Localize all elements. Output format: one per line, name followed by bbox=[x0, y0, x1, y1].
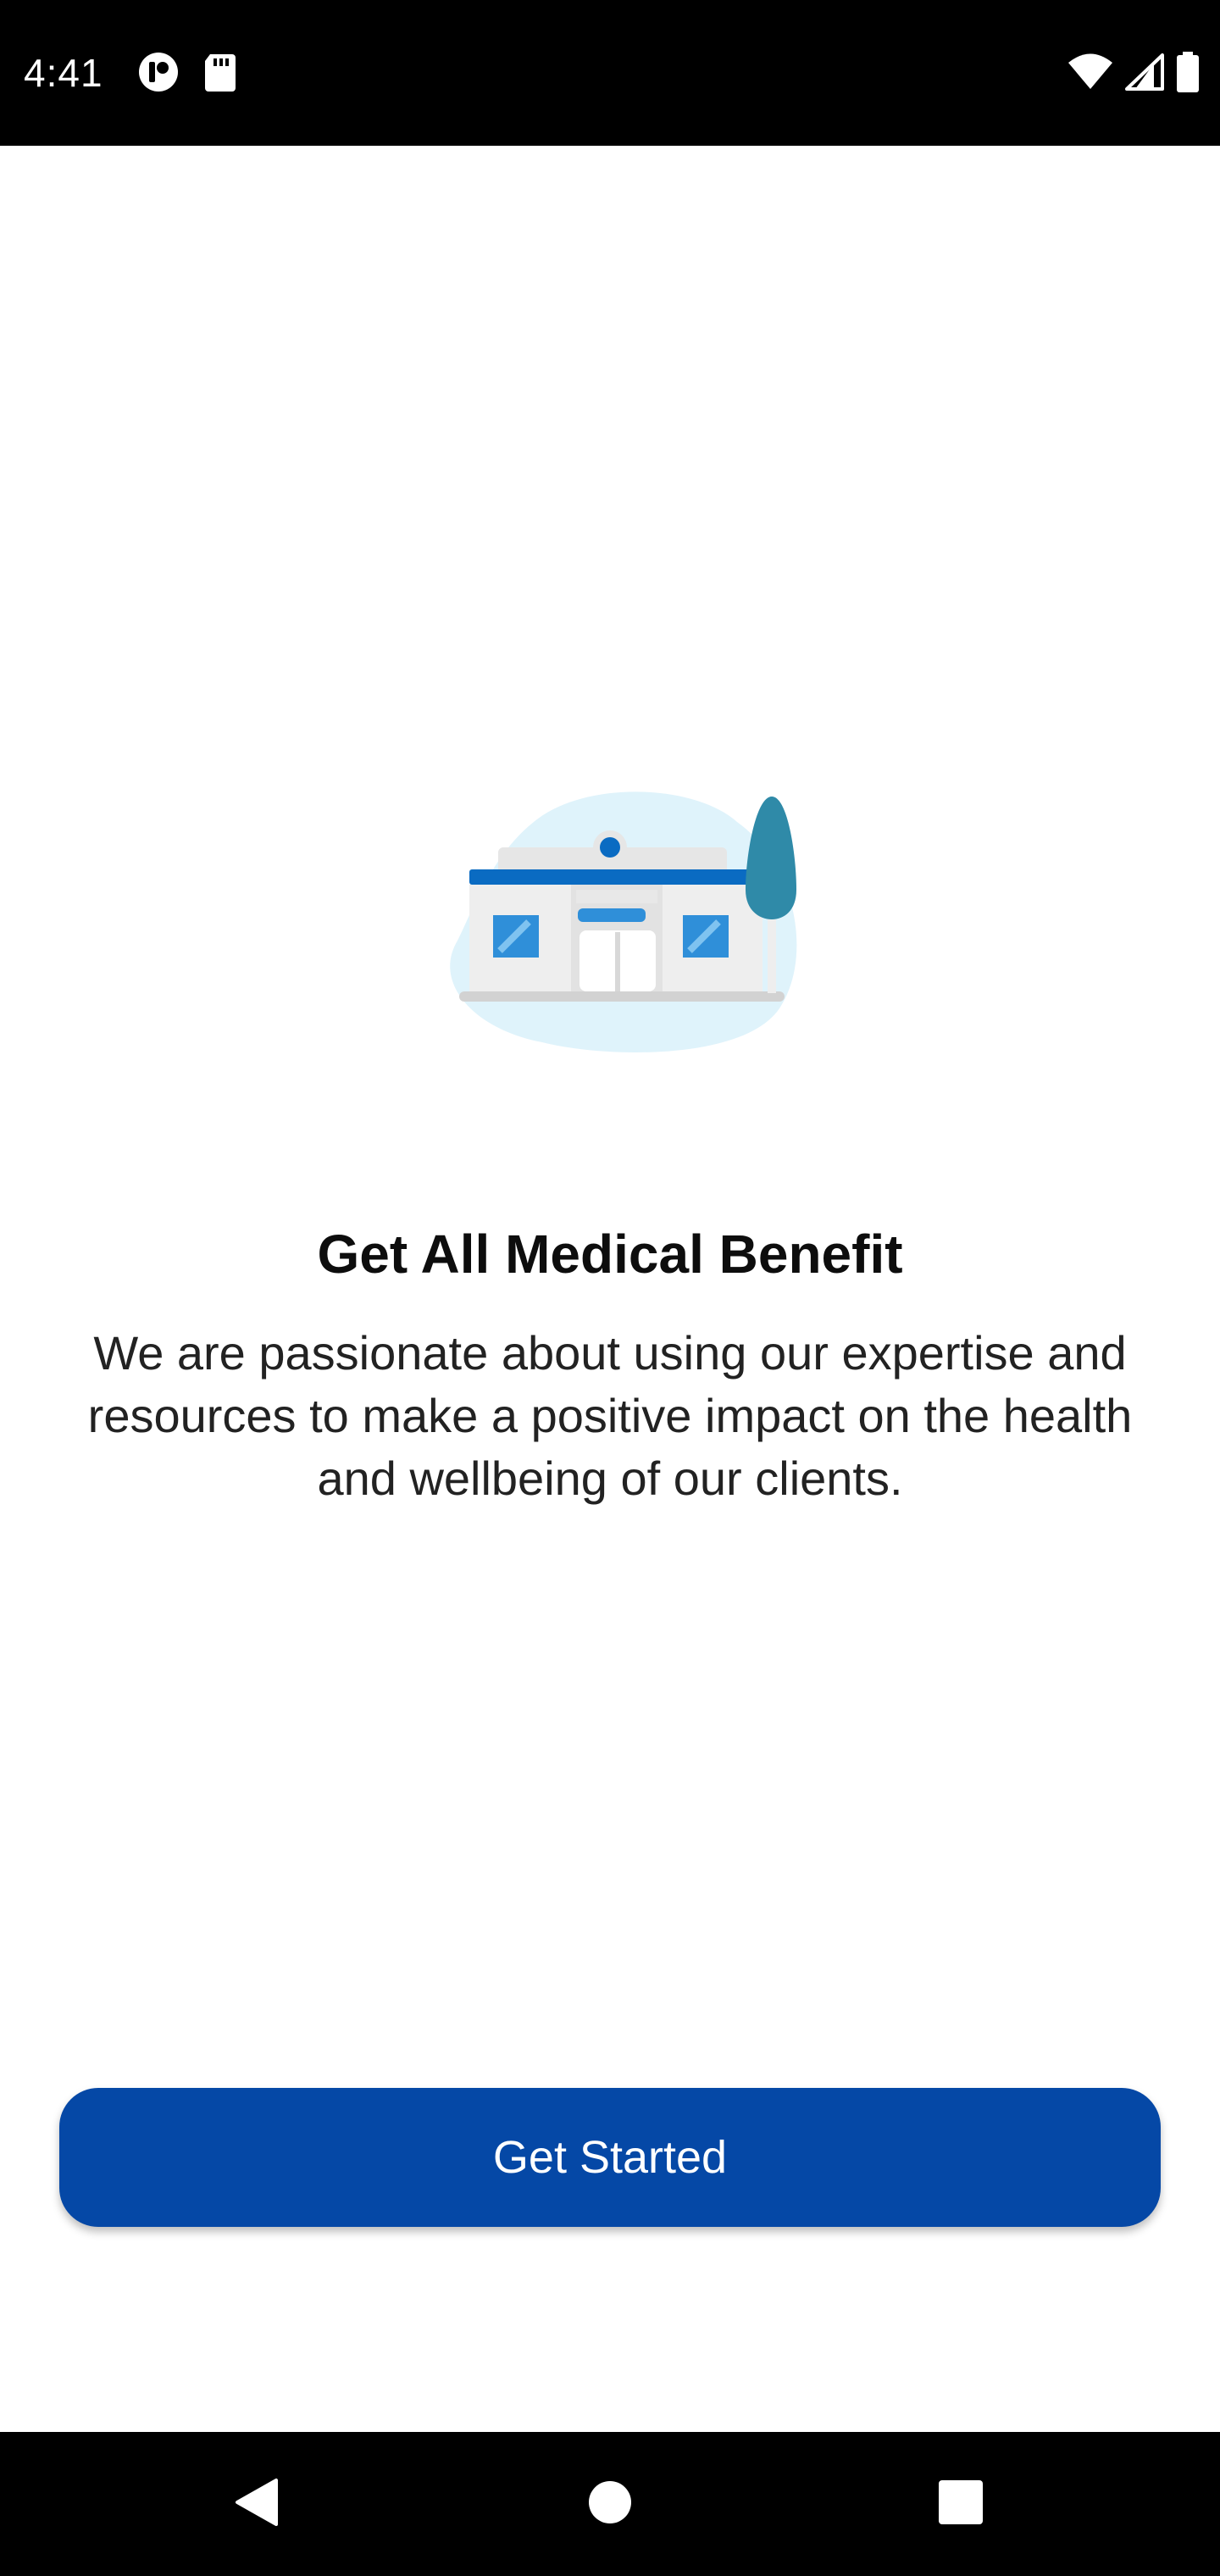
cellular-signal-icon bbox=[1125, 53, 1164, 95]
status-bar: 4:41 bbox=[0, 0, 1220, 146]
nav-home-button[interactable] bbox=[551, 2432, 669, 2576]
status-time: 4:41 bbox=[24, 51, 103, 95]
get-started-button[interactable]: Get Started bbox=[59, 2088, 1161, 2227]
system-navigation-bar bbox=[0, 2432, 1220, 2576]
onboarding-title: Get All Medical Benefit bbox=[317, 1224, 903, 1285]
status-right-icons bbox=[1068, 51, 1200, 97]
recents-icon bbox=[937, 2479, 984, 2530]
nav-recents-button[interactable] bbox=[901, 2432, 1020, 2576]
status-left-icons bbox=[137, 51, 237, 97]
nav-back-button[interactable] bbox=[197, 2432, 315, 2576]
hospital-building-illustration bbox=[441, 788, 813, 1059]
back-icon bbox=[232, 2477, 280, 2532]
sd-card-icon bbox=[203, 53, 237, 96]
app-notification-icon bbox=[137, 51, 180, 97]
battery-icon bbox=[1176, 51, 1200, 97]
home-icon bbox=[586, 2479, 634, 2530]
wifi-icon bbox=[1068, 53, 1113, 95]
onboarding-description: We are passionate about using our expert… bbox=[87, 1326, 1133, 1505]
